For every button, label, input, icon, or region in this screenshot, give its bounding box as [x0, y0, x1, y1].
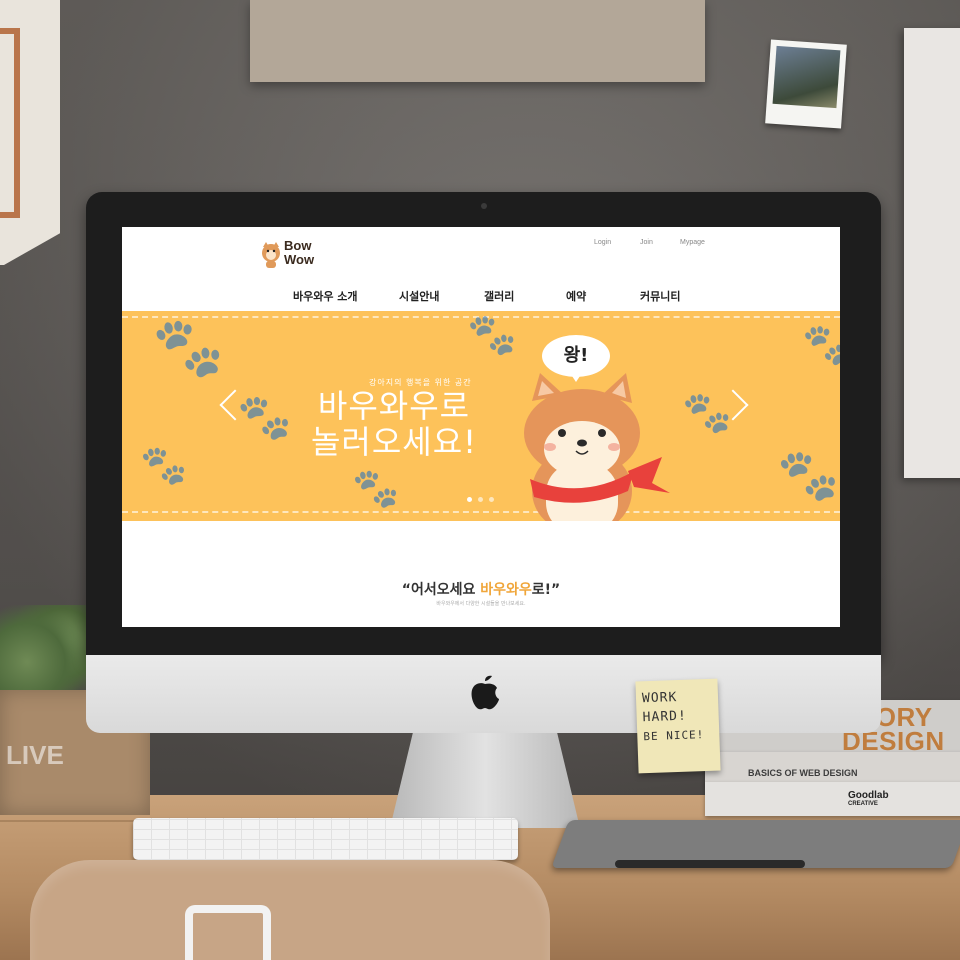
welcome-subtitle: 바우와우에서 다양한 시설들을 만나보세요. — [436, 601, 526, 607]
paw-print-icon: 🐾 — [140, 443, 188, 487]
nav-item-about[interactable]: 바우와우 소개 — [293, 288, 358, 304]
logo-text-line1: Bow — [284, 238, 312, 253]
paw-print-icon: 🐾 — [777, 446, 840, 504]
sticky-note: WORK HARD! BE NICE! — [635, 678, 721, 774]
chair-handle — [185, 905, 271, 960]
shiba-dog-illustration — [524, 373, 670, 521]
login-link[interactable]: Login — [594, 239, 611, 246]
hero-banner: 🐾 🐾 🐾 🐾 🐾 🐾 🐾 🐾 강아지의 행복을 위한 공간 바우와우로 놀러오… — [122, 311, 840, 521]
polaroid-photo — [765, 39, 847, 129]
dog-logo-icon — [262, 242, 280, 268]
wall-poster — [904, 28, 960, 478]
paw-print-icon: 🐾 — [352, 466, 400, 510]
stylus-pen — [615, 860, 805, 868]
slide-dot[interactable] — [478, 497, 483, 502]
slide-indicator — [467, 497, 494, 502]
website-screen: Bow Wow Login Join Mypage 바우와우 소개 시설안내 갤… — [122, 227, 840, 627]
nav-item-gallery[interactable]: 갤러리 — [484, 288, 514, 304]
welcome-heading: “어서오세요 바우와우로!” — [401, 582, 561, 598]
corkboard — [250, 0, 705, 82]
nav-item-community[interactable]: 커뮤니티 — [640, 288, 680, 304]
paw-print-icon: 🐾 — [152, 313, 225, 381]
book-goodlab — [705, 782, 960, 816]
camera-icon — [481, 203, 487, 209]
wall-pennant — [0, 0, 60, 265]
logo-text-line2: Wow — [284, 252, 315, 267]
paw-print-icon: 🐾 — [802, 322, 840, 368]
join-link[interactable]: Join — [640, 239, 653, 246]
keyboard — [133, 818, 518, 860]
chair-back — [30, 860, 550, 960]
potted-plant — [0, 605, 90, 700]
apple-logo-icon — [471, 675, 499, 710]
mypage-link[interactable]: Mypage — [680, 239, 705, 246]
paw-print-icon: 🐾 — [467, 312, 517, 358]
slide-dot[interactable] — [489, 497, 494, 502]
banner-title: 바우와우로 놀러오세요! — [310, 387, 478, 461]
slide-dot[interactable] — [467, 497, 472, 502]
book-spine-title: BASICS OF WEB DESIGN — [748, 768, 858, 778]
imac-stand — [390, 733, 580, 828]
nav-item-facilities[interactable]: 시설안내 — [399, 288, 439, 304]
book-spine-title: Goodlab CREATIVE — [848, 790, 889, 807]
nav-item-reservation[interactable]: 예약 — [566, 288, 586, 304]
site-logo[interactable]: Bow Wow — [260, 238, 330, 272]
plant-box-label: LIVE — [6, 740, 64, 770]
